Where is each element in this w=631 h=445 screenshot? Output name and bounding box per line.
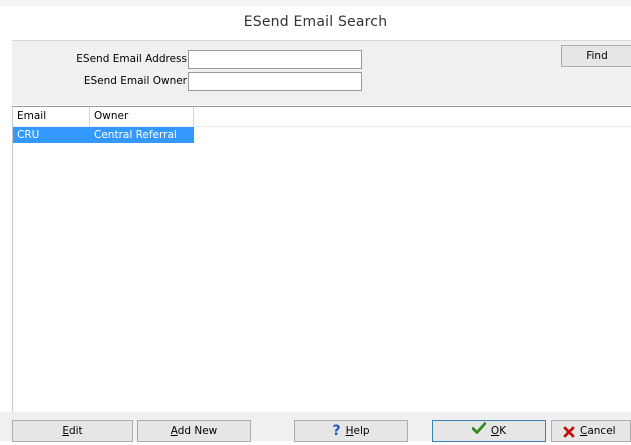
column-header-owner[interactable]: Owner [90,107,194,126]
cancel-button[interactable]: Cancel [551,420,631,442]
ok-label: K [499,425,507,437]
email-owner-label: ESend Email Owner [83,75,187,87]
find-button[interactable]: Find [561,45,631,67]
add-new-button[interactable]: Add New [137,420,251,442]
window-title: ESend Email Search [243,14,388,30]
email-owner-input[interactable] [188,72,362,91]
edit-button[interactable]: Edit [12,420,133,442]
ok-mnemonic: O [490,425,500,437]
checkmark-icon [471,421,487,441]
title-bar-strip [0,0,631,6]
question-mark-icon: ? [332,423,341,439]
email-address-input[interactable] [188,50,362,69]
column-header-email-address[interactable]: Email Address [13,107,90,141]
title-bar: ESend Email Search [0,0,631,40]
help-label: elp [353,425,370,437]
search-panel: ESend Email Address ESend Email Owner Fi… [12,40,631,105]
grid-header: Email Address Owner [13,107,631,141]
email-address-label: ESend Email Address [76,53,187,65]
button-bar: Edit Add New ? Help OK Cancel [0,412,631,442]
add-new-mnemonic: A [170,425,178,437]
cell-owner[interactable]: Central Referral Unit [90,127,194,157]
x-icon [563,425,575,445]
edit-label: dit [68,425,83,437]
ok-button[interactable]: OK [432,420,546,442]
add-new-label: dd New [177,425,218,437]
results-grid[interactable]: Email Address Owner CRU Central Referral… [12,106,631,413]
help-button[interactable]: ? Help [294,420,408,442]
cell-email-address[interactable]: CRU [13,127,90,143]
cancel-label: ancel [587,425,616,437]
edit-mnemonic: E [62,425,69,437]
